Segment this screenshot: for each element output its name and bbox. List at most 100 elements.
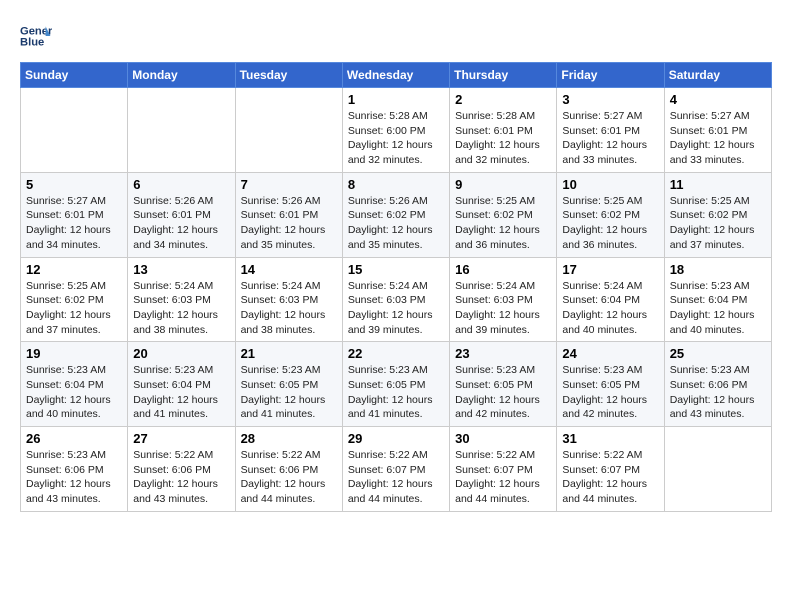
- day-info: Sunrise: 5:23 AMSunset: 6:04 PMDaylight:…: [133, 363, 229, 422]
- calendar-header-row: SundayMondayTuesdayWednesdayThursdayFrid…: [21, 63, 772, 88]
- calendar-cell: 2 Sunrise: 5:28 AMSunset: 6:01 PMDaylight…: [450, 88, 557, 173]
- day-info: Sunrise: 5:26 AMSunset: 6:02 PMDaylight:…: [348, 194, 444, 253]
- day-info: Sunrise: 5:23 AMSunset: 6:04 PMDaylight:…: [670, 279, 766, 338]
- day-number: 20: [133, 346, 229, 361]
- day-number: 16: [455, 262, 551, 277]
- logo-icon: General Blue: [20, 20, 52, 52]
- calendar-week-row: 19 Sunrise: 5:23 AMSunset: 6:04 PMDayligh…: [21, 342, 772, 427]
- day-info: Sunrise: 5:23 AMSunset: 6:06 PMDaylight:…: [26, 448, 122, 507]
- day-info: Sunrise: 5:23 AMSunset: 6:06 PMDaylight:…: [670, 363, 766, 422]
- calendar-cell: 31 Sunrise: 5:22 AMSunset: 6:07 PMDayligh…: [557, 427, 664, 512]
- calendar-table: SundayMondayTuesdayWednesdayThursdayFrid…: [20, 62, 772, 512]
- calendar-cell: [128, 88, 235, 173]
- day-info: Sunrise: 5:24 AMSunset: 6:03 PMDaylight:…: [348, 279, 444, 338]
- day-number: 14: [241, 262, 337, 277]
- calendar-cell: 17 Sunrise: 5:24 AMSunset: 6:04 PMDayligh…: [557, 257, 664, 342]
- page-header: General Blue: [20, 20, 772, 52]
- day-number: 27: [133, 431, 229, 446]
- day-number: 13: [133, 262, 229, 277]
- day-info: Sunrise: 5:23 AMSunset: 6:04 PMDaylight:…: [26, 363, 122, 422]
- day-number: 15: [348, 262, 444, 277]
- day-number: 30: [455, 431, 551, 446]
- day-info: Sunrise: 5:25 AMSunset: 6:02 PMDaylight:…: [26, 279, 122, 338]
- calendar-cell: 30 Sunrise: 5:22 AMSunset: 6:07 PMDayligh…: [450, 427, 557, 512]
- calendar-cell: 8Sunrise: 5:26 AMSunset: 6:02 PMDaylight…: [342, 172, 449, 257]
- day-number: 25: [670, 346, 766, 361]
- calendar-cell: [235, 88, 342, 173]
- day-info: Sunrise: 5:22 AMSunset: 6:07 PMDaylight:…: [348, 448, 444, 507]
- day-info: Sunrise: 5:23 AMSunset: 6:05 PMDaylight:…: [562, 363, 658, 422]
- calendar-cell: 6Sunrise: 5:26 AMSunset: 6:01 PMDaylight…: [128, 172, 235, 257]
- day-number: 24: [562, 346, 658, 361]
- day-number: 5: [26, 177, 122, 192]
- calendar-cell: 20 Sunrise: 5:23 AMSunset: 6:04 PMDayligh…: [128, 342, 235, 427]
- calendar-cell: 24 Sunrise: 5:23 AMSunset: 6:05 PMDayligh…: [557, 342, 664, 427]
- day-of-week-header: Friday: [557, 63, 664, 88]
- day-number: 17: [562, 262, 658, 277]
- calendar-cell: 12 Sunrise: 5:25 AMSunset: 6:02 PMDayligh…: [21, 257, 128, 342]
- calendar-cell: 23 Sunrise: 5:23 AMSunset: 6:05 PMDayligh…: [450, 342, 557, 427]
- day-info: Sunrise: 5:23 AMSunset: 6:05 PMDaylight:…: [241, 363, 337, 422]
- calendar-cell: 22 Sunrise: 5:23 AMSunset: 6:05 PMDayligh…: [342, 342, 449, 427]
- calendar-cell: 15 Sunrise: 5:24 AMSunset: 6:03 PMDayligh…: [342, 257, 449, 342]
- day-number: 26: [26, 431, 122, 446]
- day-info: Sunrise: 5:24 AMSunset: 6:03 PMDaylight:…: [241, 279, 337, 338]
- day-number: 31: [562, 431, 658, 446]
- day-info: Sunrise: 5:27 AMSunset: 6:01 PMDaylight:…: [26, 194, 122, 253]
- day-info: Sunrise: 5:26 AMSunset: 6:01 PMDaylight:…: [133, 194, 229, 253]
- day-number: 7: [241, 177, 337, 192]
- calendar-cell: 25 Sunrise: 5:23 AMSunset: 6:06 PMDayligh…: [664, 342, 771, 427]
- day-number: 10: [562, 177, 658, 192]
- day-of-week-header: Wednesday: [342, 63, 449, 88]
- calendar-cell: 10Sunrise: 5:25 AMSunset: 6:02 PMDayligh…: [557, 172, 664, 257]
- day-info: Sunrise: 5:27 AMSunset: 6:01 PMDaylight:…: [670, 109, 766, 168]
- calendar-week-row: 26 Sunrise: 5:23 AMSunset: 6:06 PMDayligh…: [21, 427, 772, 512]
- calendar-cell: 27 Sunrise: 5:22 AMSunset: 6:06 PMDayligh…: [128, 427, 235, 512]
- day-info: Sunrise: 5:26 AMSunset: 6:01 PMDaylight:…: [241, 194, 337, 253]
- day-of-week-header: Thursday: [450, 63, 557, 88]
- calendar-cell: 28Sunrise: 5:22 AMSunset: 6:06 PMDayligh…: [235, 427, 342, 512]
- day-number: 2: [455, 92, 551, 107]
- svg-text:Blue: Blue: [20, 37, 44, 49]
- day-number: 4: [670, 92, 766, 107]
- calendar-week-row: 5 Sunrise: 5:27 AMSunset: 6:01 PMDaylight…: [21, 172, 772, 257]
- calendar-cell: 5 Sunrise: 5:27 AMSunset: 6:01 PMDaylight…: [21, 172, 128, 257]
- day-info: Sunrise: 5:22 AMSunset: 6:07 PMDaylight:…: [562, 448, 658, 507]
- day-info: Sunrise: 5:24 AMSunset: 6:03 PMDaylight:…: [455, 279, 551, 338]
- day-info: Sunrise: 5:22 AMSunset: 6:06 PMDaylight:…: [133, 448, 229, 507]
- calendar-cell: [664, 427, 771, 512]
- day-number: 29: [348, 431, 444, 446]
- day-info: Sunrise: 5:23 AMSunset: 6:05 PMDaylight:…: [348, 363, 444, 422]
- day-info: Sunrise: 5:28 AMSunset: 6:01 PMDaylight:…: [455, 109, 551, 168]
- day-number: 12: [26, 262, 122, 277]
- calendar-cell: 14 Sunrise: 5:24 AMSunset: 6:03 PMDayligh…: [235, 257, 342, 342]
- calendar-cell: 21 Sunrise: 5:23 AMSunset: 6:05 PMDayligh…: [235, 342, 342, 427]
- calendar-cell: [21, 88, 128, 173]
- calendar-cell: 19 Sunrise: 5:23 AMSunset: 6:04 PMDayligh…: [21, 342, 128, 427]
- day-info: Sunrise: 5:25 AMSunset: 6:02 PMDaylight:…: [670, 194, 766, 253]
- calendar-cell: 29 Sunrise: 5:22 AMSunset: 6:07 PMDayligh…: [342, 427, 449, 512]
- day-info: Sunrise: 5:28 AMSunset: 6:00 PMDaylight:…: [348, 109, 444, 168]
- calendar-cell: 9Sunrise: 5:25 AMSunset: 6:02 PMDaylight…: [450, 172, 557, 257]
- calendar-cell: 13 Sunrise: 5:24 AMSunset: 6:03 PMDayligh…: [128, 257, 235, 342]
- logo: General Blue: [20, 20, 56, 52]
- day-of-week-header: Saturday: [664, 63, 771, 88]
- day-number: 11: [670, 177, 766, 192]
- calendar-cell: 1 Sunrise: 5:28 AMSunset: 6:00 PMDaylight…: [342, 88, 449, 173]
- day-info: Sunrise: 5:24 AMSunset: 6:04 PMDaylight:…: [562, 279, 658, 338]
- day-number: 21: [241, 346, 337, 361]
- calendar-cell: 3Sunrise: 5:27 AMSunset: 6:01 PMDaylight…: [557, 88, 664, 173]
- day-info: Sunrise: 5:22 AMSunset: 6:07 PMDaylight:…: [455, 448, 551, 507]
- calendar-cell: 11 Sunrise: 5:25 AMSunset: 6:02 PMDayligh…: [664, 172, 771, 257]
- day-number: 1: [348, 92, 444, 107]
- day-info: Sunrise: 5:23 AMSunset: 6:05 PMDaylight:…: [455, 363, 551, 422]
- day-of-week-header: Sunday: [21, 63, 128, 88]
- day-number: 19: [26, 346, 122, 361]
- day-number: 23: [455, 346, 551, 361]
- day-info: Sunrise: 5:24 AMSunset: 6:03 PMDaylight:…: [133, 279, 229, 338]
- calendar-week-row: 12 Sunrise: 5:25 AMSunset: 6:02 PMDayligh…: [21, 257, 772, 342]
- day-number: 18: [670, 262, 766, 277]
- day-number: 9: [455, 177, 551, 192]
- day-info: Sunrise: 5:22 AMSunset: 6:06 PMDaylight:…: [241, 448, 337, 507]
- day-number: 22: [348, 346, 444, 361]
